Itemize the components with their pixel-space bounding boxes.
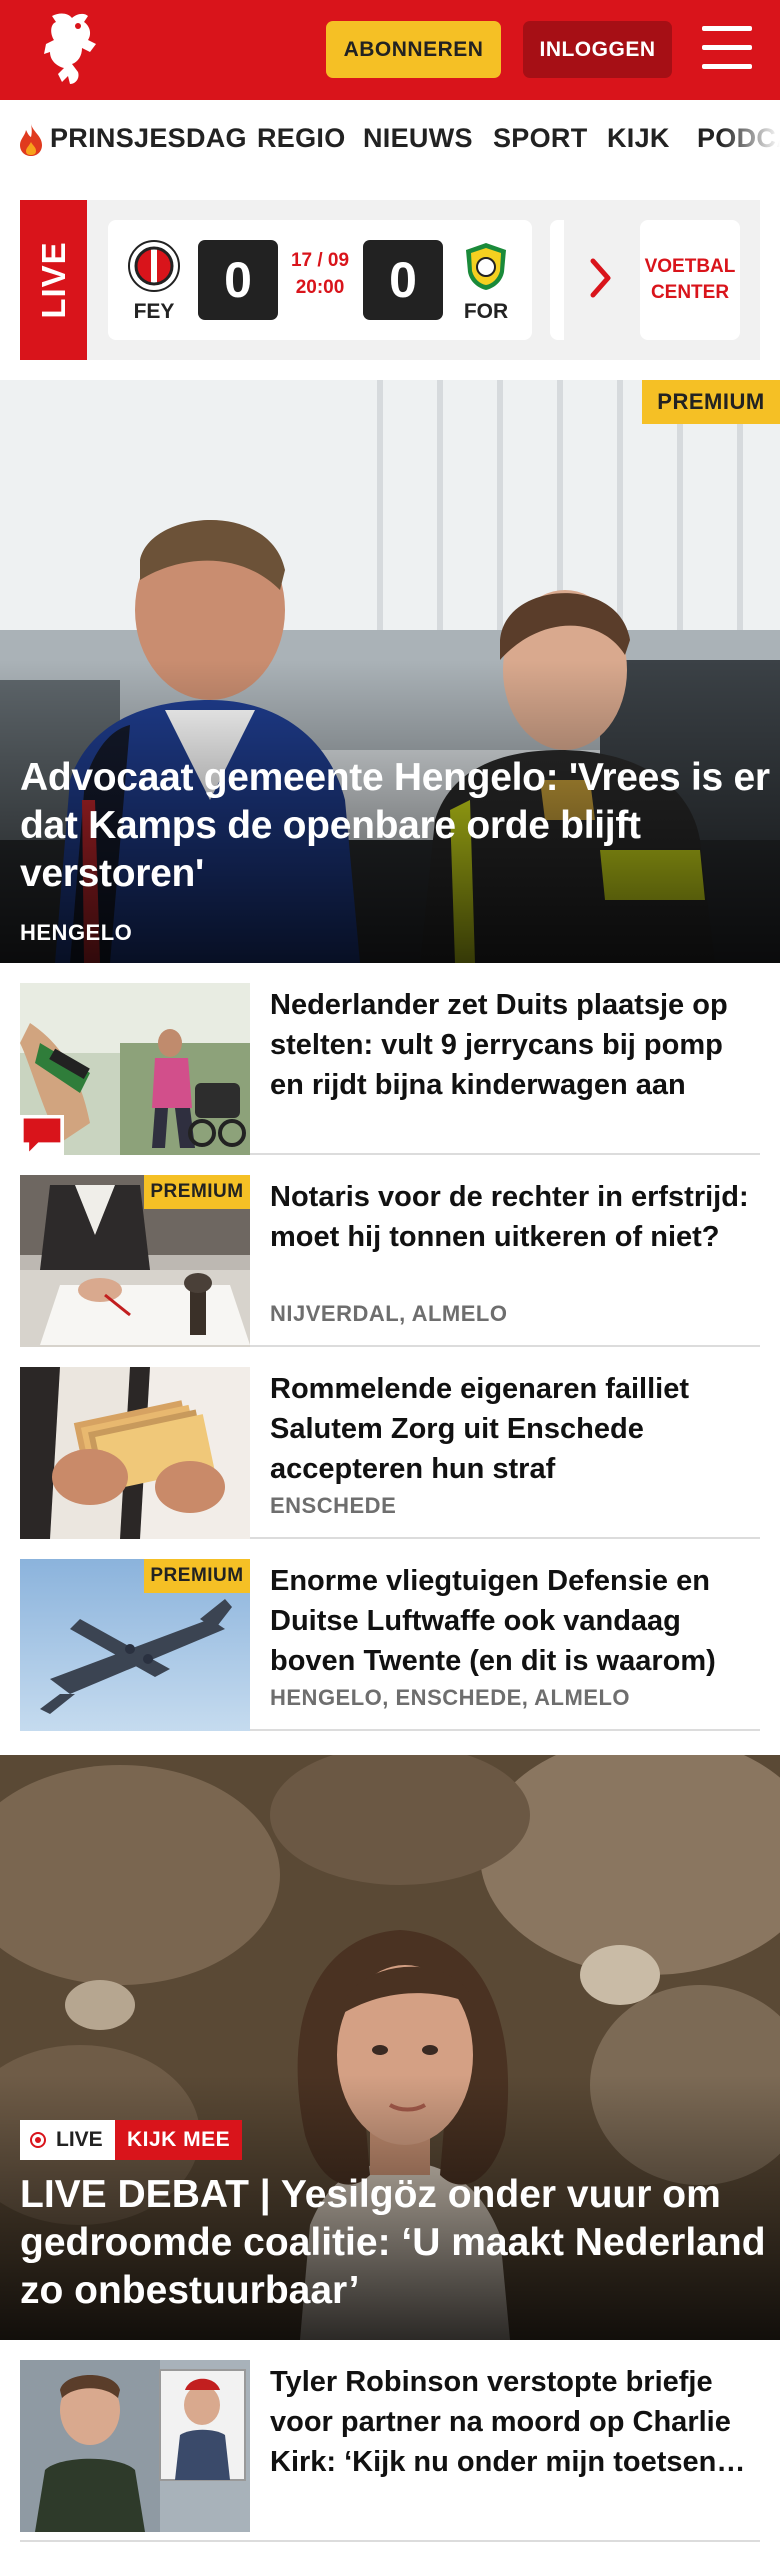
nav-item-sport[interactable]: SPORT — [493, 123, 588, 154]
login-button[interactable]: INLOGGEN — [523, 21, 672, 78]
article-thumbnail — [20, 1367, 250, 1539]
article-location: ENSCHEDE — [270, 1493, 397, 1518]
nav-item-regio[interactable]: REGIO — [257, 123, 346, 154]
article-thumbnail: PREMIUM — [20, 1559, 250, 1731]
list-item[interactable]: PREMIUM Notaris voor de rechter in erfst… — [20, 1155, 760, 1347]
article-title[interactable]: Nederlander zet Duits plaatsje op stelte… — [270, 985, 760, 1105]
next-match-card-peek[interactable] — [550, 220, 564, 340]
list-item[interactable]: Nederlander zet Duits plaatsje op stelte… — [20, 963, 760, 1155]
nav-item-nieuws[interactable]: NIEUWS — [363, 123, 473, 154]
menu-icon[interactable] — [702, 26, 752, 70]
live-badge: LIVE — [20, 2120, 115, 2160]
match-datetime: 17 / 09 20:00 — [283, 248, 357, 301]
article-title[interactable]: Tyler Robinson verstopte briefje voor pa… — [270, 2362, 760, 2482]
article-title[interactable]: Rommelende eigenaren failliet Salutem Zo… — [270, 1369, 760, 1489]
chevron-right-icon[interactable] — [590, 258, 612, 298]
article-thumbnail — [20, 983, 250, 1155]
nav-fade — [720, 100, 780, 182]
voetbal-center-button[interactable]: VOETBAL CENTER — [640, 220, 740, 340]
premium-badge: PREMIUM — [642, 380, 780, 424]
live-dot-icon — [30, 2132, 46, 2148]
main-nav: PRINSJESDAG REGIO NIEUWS SPORT KIJK PODC… — [0, 100, 780, 182]
live-debate-article[interactable]: LIVE KIJK MEE LIVE DEBAT | Yesilgöz onde… — [0, 1755, 780, 2340]
nav-item-prinsjesdag[interactable]: PRINSJESDAG — [50, 123, 247, 154]
chat-bubble-icon — [20, 1115, 64, 1155]
article-location: NIJVERDAL, ALMELO — [270, 1301, 508, 1326]
away-score: 0 — [363, 240, 443, 320]
home-score: 0 — [198, 240, 278, 320]
article-title[interactable]: Enorme vliegtuigen Defensie en Duitse Lu… — [270, 1561, 760, 1681]
live-scores-strip[interactable]: LIVE FEY 0 17 / 09 20:00 0 FOR VOETBAL C… — [20, 200, 760, 360]
nav-item-kijk[interactable]: KIJK — [607, 123, 670, 154]
list-item[interactable]: Tyler Robinson verstopte briefje voor pa… — [20, 2340, 760, 2542]
flame-icon — [20, 124, 42, 156]
site-header: ABONNEREN INLOGGEN — [0, 0, 780, 100]
subscribe-button[interactable]: ABONNEREN — [326, 21, 501, 78]
debate-title[interactable]: LIVE DEBAT | Yesilgöz onder vuur om gedr… — [20, 2171, 770, 2315]
match-date: 17 / 09 — [290, 250, 350, 271]
hero-article[interactable]: PREMIUM Advocaat gemeente Hengelo: 'Vree… — [0, 380, 780, 963]
watch-live-button[interactable]: KIJK MEE — [115, 2120, 243, 2160]
article-location: HENGELO, ENSCHEDE, ALMELO — [270, 1685, 631, 1710]
article-title[interactable]: Notaris voor de rechter in erfstrijd: mo… — [270, 1177, 760, 1257]
hero-location: HENGELO — [20, 920, 133, 945]
premium-badge: PREMIUM — [144, 1175, 250, 1209]
hero-title[interactable]: Advocaat gemeente Hengelo: 'Vrees is er … — [20, 754, 770, 898]
live-badge-label: LIVE — [56, 2128, 103, 2151]
away-team-code: FOR — [463, 300, 509, 323]
fortuna-crest-icon — [460, 240, 512, 292]
match-card[interactable]: FEY 0 17 / 09 20:00 0 FOR — [108, 220, 532, 340]
match-time: 20:00 — [295, 276, 345, 298]
article-thumbnail — [20, 2360, 250, 2532]
live-tab: LIVE — [20, 200, 87, 360]
tubantia-horse-logo-icon[interactable] — [38, 10, 108, 90]
article-thumbnail: PREMIUM — [20, 1175, 250, 1347]
feyenoord-crest-icon — [128, 240, 180, 292]
live-label: LIVE — [34, 241, 72, 319]
premium-badge: PREMIUM — [144, 1559, 250, 1593]
list-item[interactable]: PREMIUM Enorme vliegtuigen Defensie en D… — [20, 1539, 760, 1731]
home-team-code: FEY — [133, 300, 175, 323]
list-item[interactable]: Rommelende eigenaren failliet Salutem Zo… — [20, 1347, 760, 1539]
